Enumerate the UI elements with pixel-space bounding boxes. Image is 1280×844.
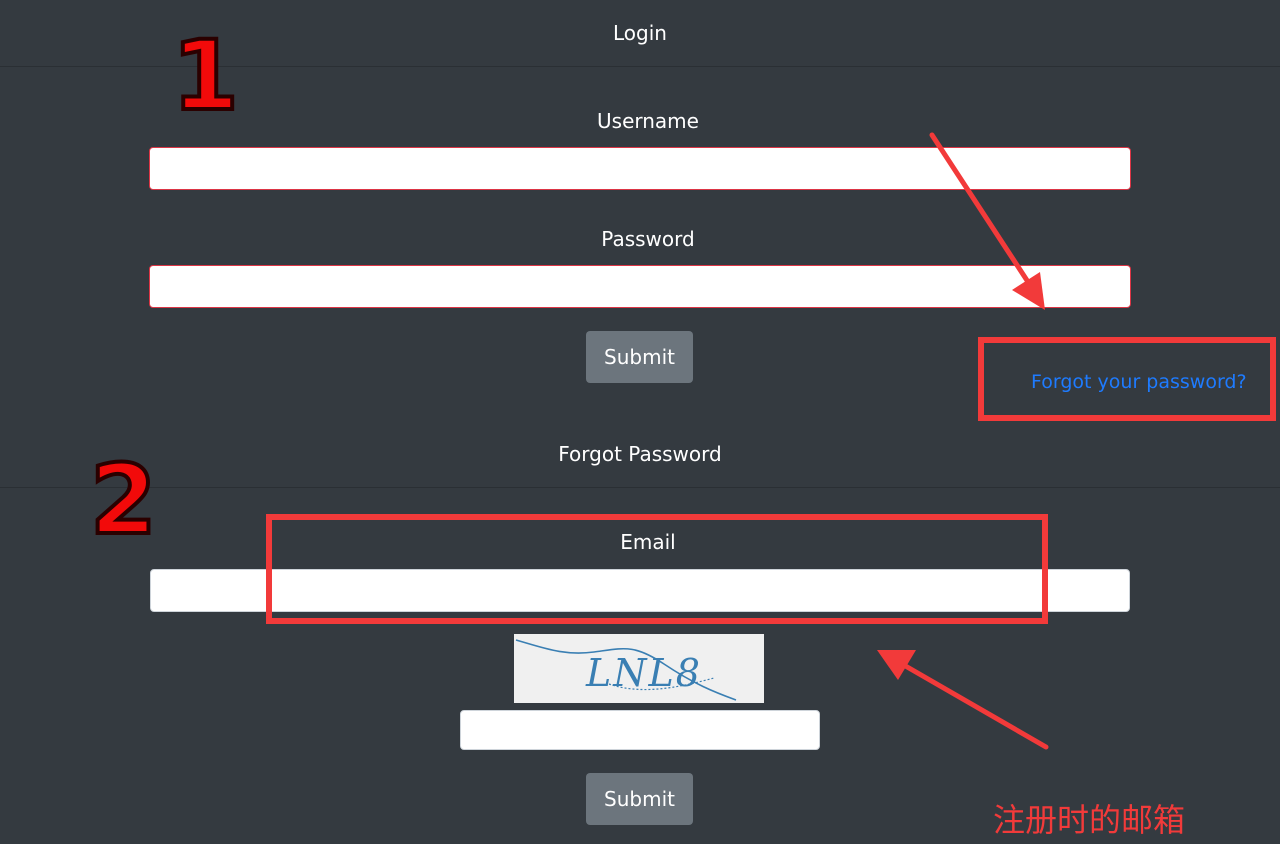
arrow-to-forgot-link	[929, 132, 1045, 310]
annotation-arrows	[877, 132, 1049, 750]
arrow-to-email	[877, 650, 1049, 750]
